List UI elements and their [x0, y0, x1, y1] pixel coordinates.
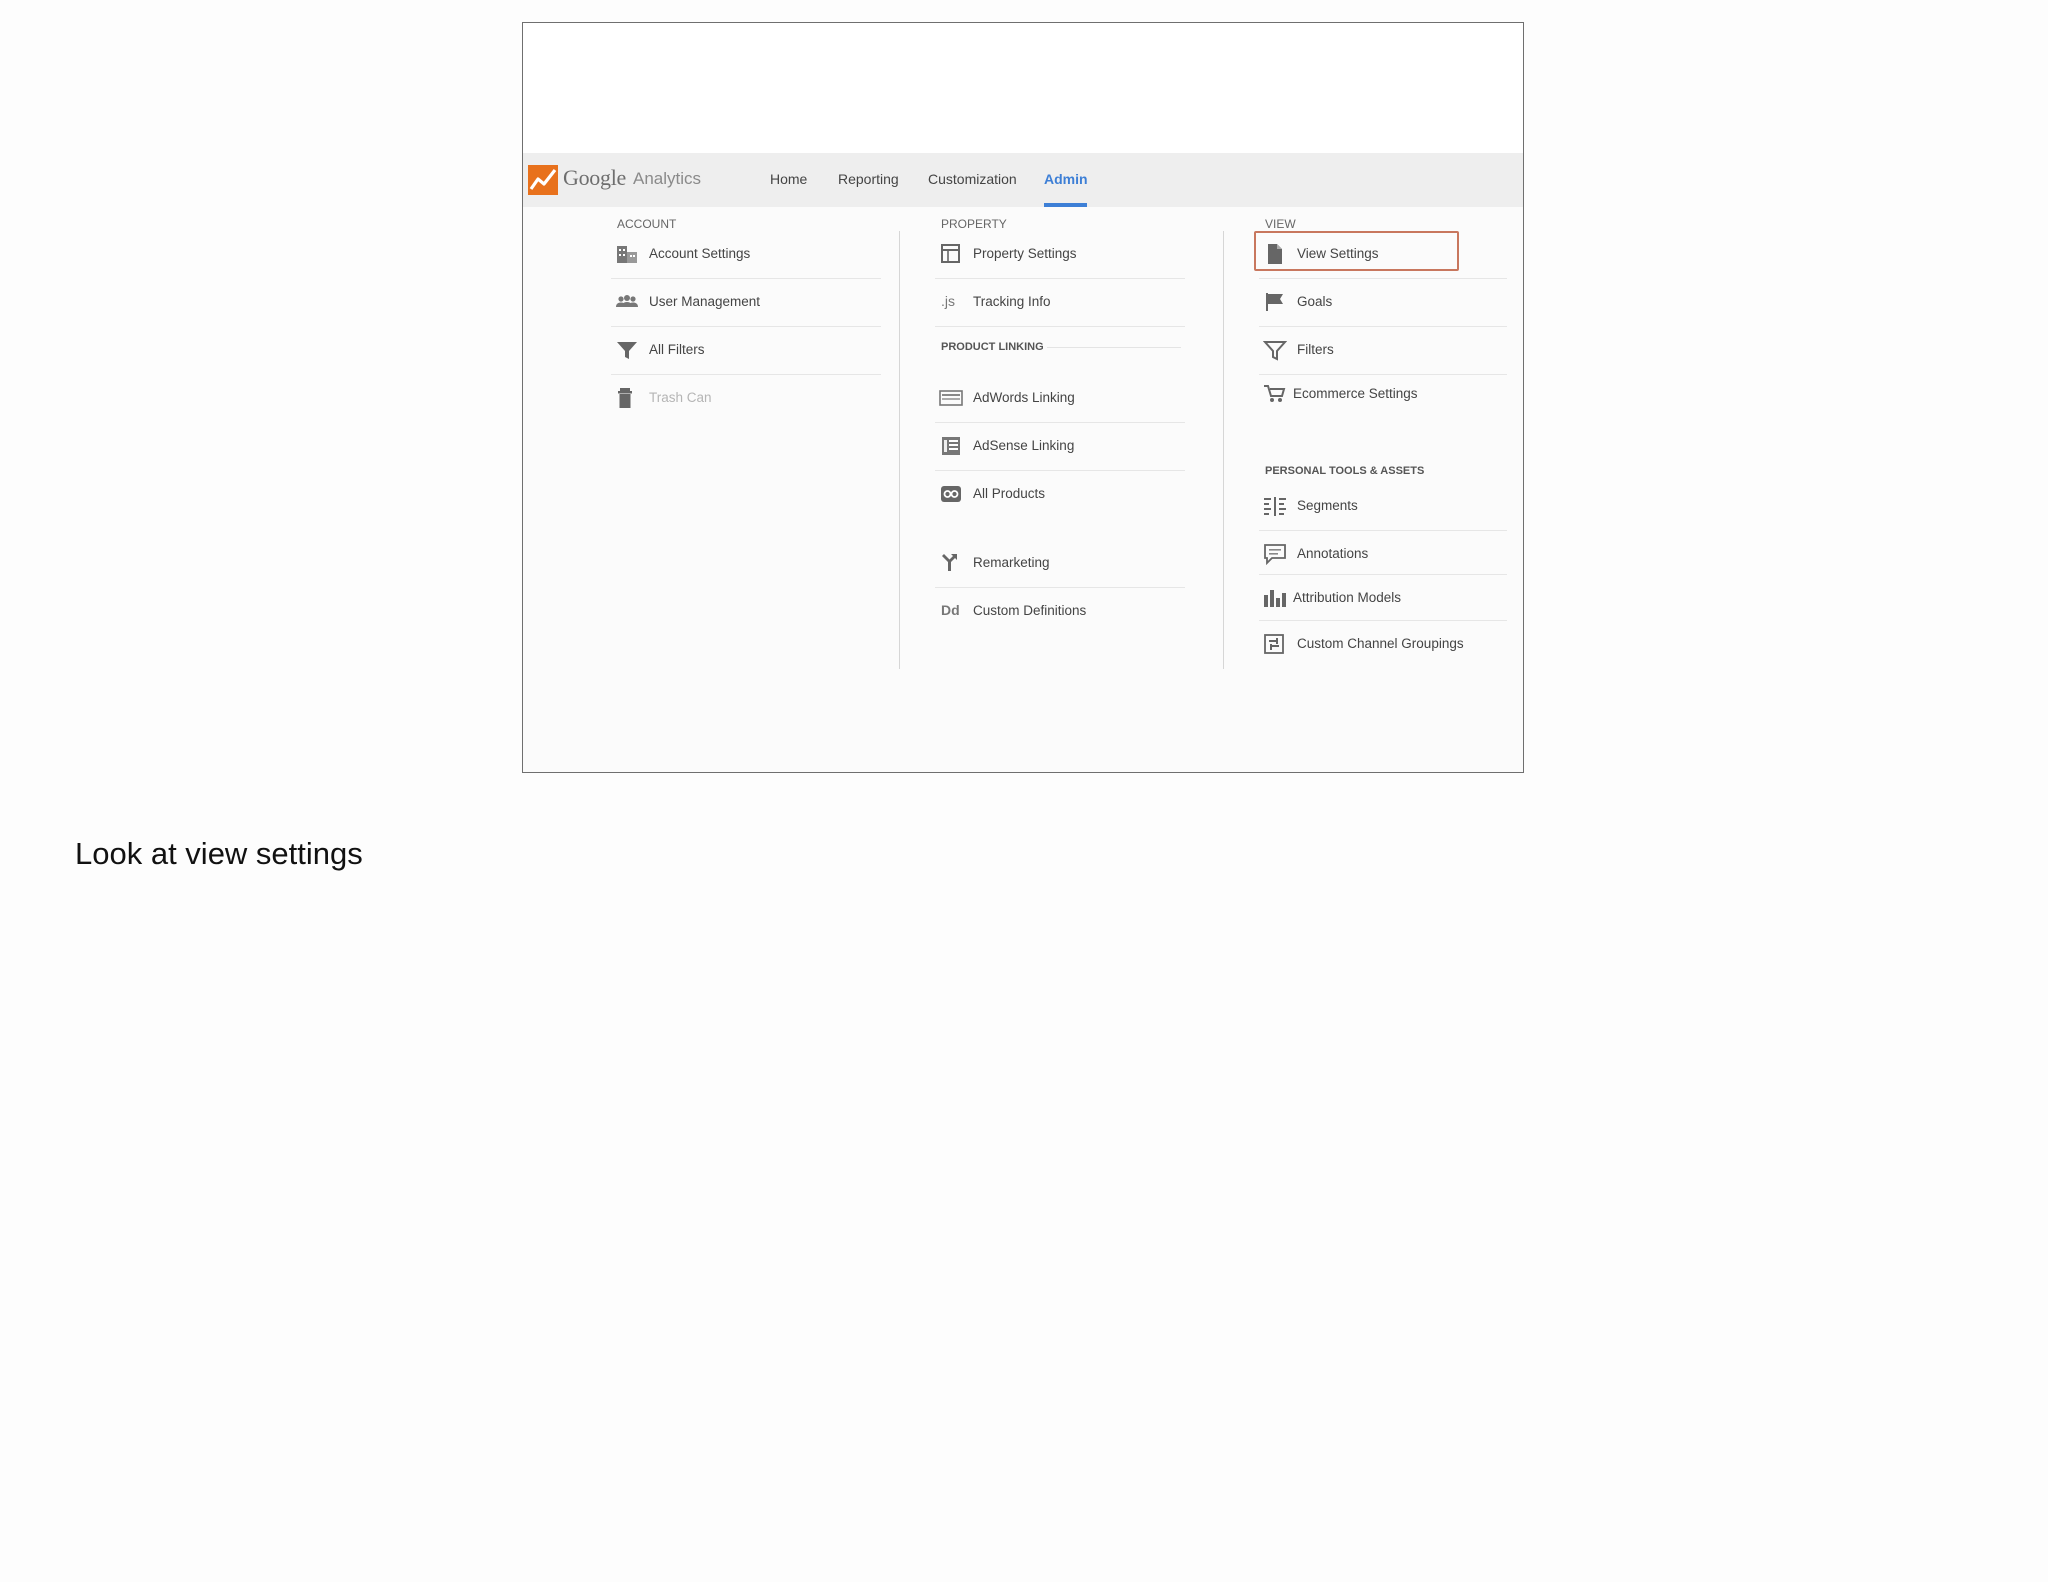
goals-label: Goals [1297, 294, 1333, 309]
view-heading: VIEW [1265, 217, 1296, 231]
brand-product: Analytics [633, 169, 702, 188]
adwords-icon [939, 390, 963, 406]
remarketing-label: Remarketing [973, 555, 1050, 570]
users-icon [616, 295, 638, 307]
user-management-label: User Management [649, 294, 761, 309]
active-tab-indicator [1044, 203, 1087, 207]
segments-link[interactable]: Segments [1259, 483, 1507, 531]
ecommerce-settings-label: Ecommerce Settings [1293, 386, 1418, 401]
account-settings-label: Account Settings [649, 246, 751, 261]
cart-icon [1264, 385, 1286, 402]
view-settings-highlight-box [1254, 231, 1459, 271]
screenshot-frame: Google Analytics Home Reporting Customiz… [522, 22, 1524, 773]
property-settings-link[interactable]: Property Settings [935, 231, 1185, 279]
comment-icon [1264, 544, 1286, 565]
personal-tools-heading: PERSONAL TOOLS & ASSETS [1265, 465, 1425, 477]
filters-label: Filters [1297, 342, 1334, 357]
building-icon [617, 246, 637, 263]
custom-channel-groupings-label: Custom Channel Groupings [1297, 636, 1464, 651]
adsense-linking-link[interactable]: AdSense Linking [935, 423, 1185, 471]
all-products-link[interactable]: All Products [935, 471, 1185, 519]
segments-label: Segments [1297, 498, 1358, 513]
ecommerce-settings-link[interactable]: Ecommerce Settings [1259, 375, 1507, 415]
adwords-linking-label: AdWords Linking [973, 390, 1075, 405]
trash-can-label: Trash Can [649, 390, 712, 405]
user-management-link[interactable]: User Management [611, 279, 881, 327]
slide-caption: Look at view settings [75, 836, 363, 871]
annotations-link[interactable]: Annotations [1259, 531, 1507, 575]
nav-customization[interactable]: Customization [928, 171, 1017, 187]
column-divider [1223, 231, 1224, 669]
all-filters-label: All Filters [649, 342, 705, 357]
nav-home[interactable]: Home [770, 171, 807, 187]
product-linking-heading: PRODUCT LINKING [941, 341, 1044, 353]
all-products-label: All Products [973, 486, 1046, 501]
attribution-models-link[interactable]: Attribution Models [1259, 575, 1507, 621]
custom-definitions-label: Custom Definitions [973, 603, 1087, 618]
custom-channel-groupings-link[interactable]: Custom Channel Groupings [1259, 621, 1507, 669]
tracking-info-label: Tracking Info [973, 294, 1051, 309]
all-filters-link[interactable]: All Filters [611, 327, 881, 375]
flag-icon [1266, 293, 1283, 311]
remarketing-link[interactable]: Remarketing [935, 540, 1185, 588]
column-divider [899, 231, 900, 669]
channel-icon [1264, 634, 1284, 654]
custom-definitions-link[interactable]: Dd Custom Definitions [935, 588, 1185, 636]
window-icon [941, 244, 960, 263]
property-settings-label: Property Settings [973, 246, 1077, 261]
nav-reporting[interactable]: Reporting [838, 171, 899, 187]
goals-link[interactable]: Goals [1259, 279, 1507, 327]
heading-rule [1047, 347, 1181, 348]
account-heading: ACCOUNT [617, 217, 677, 231]
annotations-label: Annotations [1297, 546, 1369, 561]
top-header: Google Analytics Home Reporting Customiz… [523, 153, 1523, 207]
adsense-icon [942, 437, 960, 455]
adwords-linking-link[interactable]: AdWords Linking [935, 375, 1185, 423]
attribution-models-label: Attribution Models [1293, 590, 1402, 605]
remarketing-icon [942, 554, 957, 571]
tracking-info-link[interactable]: .js Tracking Info [935, 279, 1185, 327]
trash-can-link[interactable]: Trash Can [611, 375, 881, 423]
account-settings-link[interactable]: Account Settings [611, 231, 881, 279]
adsense-linking-label: AdSense Linking [973, 438, 1075, 453]
dd-icon: Dd [941, 602, 960, 618]
brand-name: Google [563, 165, 626, 190]
segments-icon [1264, 497, 1286, 516]
google-analytics-logo-icon [528, 165, 558, 195]
js-icon: .js [941, 293, 955, 309]
trash-icon [618, 388, 632, 408]
nav-admin[interactable]: Admin [1044, 171, 1088, 187]
property-heading: PROPERTY [941, 217, 1007, 231]
blank-top-area [523, 23, 1523, 153]
filter-icon [1263, 341, 1287, 361]
filters-link[interactable]: Filters [1259, 327, 1507, 375]
filter-icon [617, 342, 637, 359]
bar-chart-icon [1264, 590, 1286, 607]
link-icon [941, 486, 961, 502]
